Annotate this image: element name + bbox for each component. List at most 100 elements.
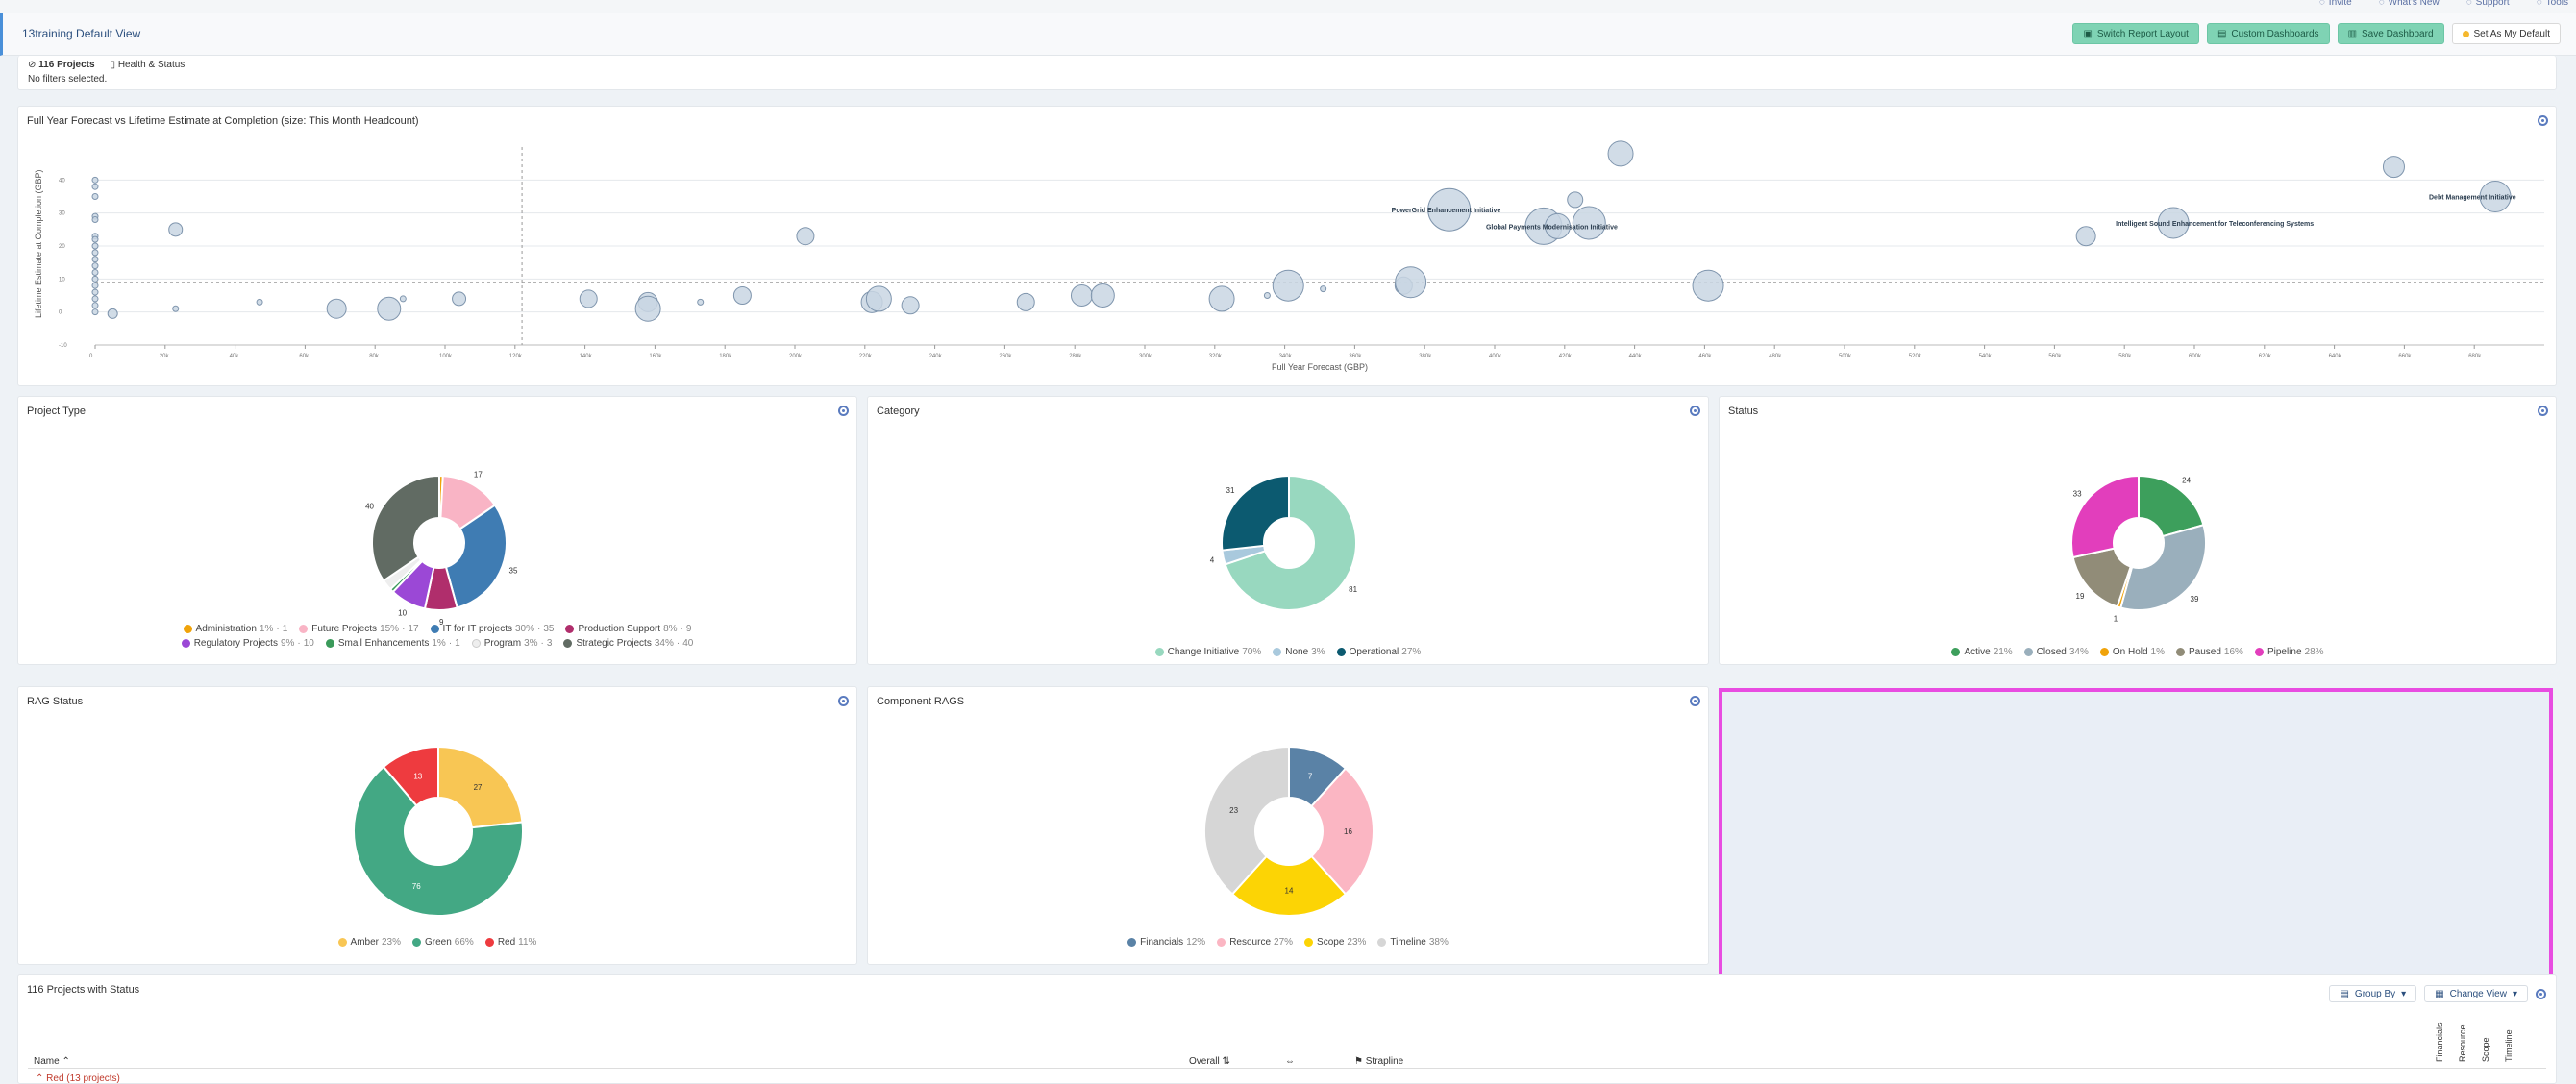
projects-count[interactable]: ⊘ 116 Projects <box>28 60 95 70</box>
point-annotation: PowerGrid Enhancement Initiative <box>1392 208 1501 214</box>
scatter-point[interactable] <box>2075 226 2096 247</box>
legend-item[interactable]: Pipeline 28% <box>2254 647 2324 657</box>
legend-item[interactable]: Operational 27% <box>1336 647 1421 657</box>
scatter-point[interactable] <box>91 235 99 243</box>
col-financials-header[interactable]: Financials <box>2435 1022 2444 1062</box>
scatter-point[interactable] <box>1263 292 1271 299</box>
scatter-point[interactable] <box>91 242 99 250</box>
scatter-point[interactable] <box>1692 269 1724 302</box>
scatter-point[interactable] <box>452 291 467 307</box>
legend-item[interactable]: On Hold 1% <box>2099 647 2165 657</box>
toplink-invite[interactable]: ◌ Invite <box>2319 0 2352 8</box>
group-by-button[interactable]: ▤ Group By ▾ <box>2329 985 2417 1002</box>
legend-item[interactable]: None 3% <box>1273 647 1325 657</box>
legend-item[interactable]: Amber 23% <box>337 937 401 948</box>
scatter-point[interactable] <box>91 256 99 263</box>
scatter-point[interactable] <box>91 282 99 289</box>
x-tick-label: 660k <box>2398 354 2412 359</box>
legend-item[interactable]: Change Initiative 70% <box>1154 647 1261 657</box>
scatter-point[interactable] <box>172 305 180 312</box>
legend-item[interactable]: Strategic Projects 34% · 40 <box>563 638 693 649</box>
legend-item[interactable]: Closed 34% <box>2023 647 2089 657</box>
scatter-point[interactable] <box>697 298 705 306</box>
x-tick-label: 320k <box>1209 354 1223 359</box>
scatter-point[interactable] <box>1395 266 1427 299</box>
scatter-point[interactable] <box>256 298 263 306</box>
scatter-point[interactable] <box>91 216 99 224</box>
scatter-point[interactable] <box>168 222 184 237</box>
scatter-point[interactable] <box>91 308 99 316</box>
legend-item[interactable]: Paused 16% <box>2176 647 2243 657</box>
legend-item[interactable]: Regulatory Projects 9% · 10 <box>181 638 314 649</box>
change-view-button[interactable]: ▦ Change View ▾ <box>2424 985 2528 1002</box>
legend-item[interactable]: Administration 1% · 1 <box>183 624 287 634</box>
legend-item[interactable]: Timeline 38% <box>1377 937 1449 948</box>
scatter-point[interactable] <box>1272 269 1304 302</box>
switch-report-layout-button[interactable]: ▣ Switch Report Layout <box>2072 23 2199 44</box>
col-strapline-header[interactable]: ⚑ Strapline <box>1354 1056 1403 1067</box>
x-tick-label: 340k <box>1279 354 1293 359</box>
toplink-support[interactable]: ◌ Support <box>2466 0 2510 8</box>
legend-item[interactable]: Program 3% · 3 <box>471 638 552 649</box>
legend-item[interactable]: Active 21% <box>1951 647 2013 657</box>
col-timeline-header[interactable]: Timeline <box>2504 1029 2514 1062</box>
scatter-point[interactable] <box>91 288 99 296</box>
legend-item[interactable]: Small Enhancements 1% · 1 <box>325 638 460 649</box>
scatter-point[interactable] <box>91 249 99 257</box>
scatter-point[interactable] <box>1320 285 1327 293</box>
save-dashboard-button[interactable]: ▥ Save Dashboard <box>2337 23 2444 44</box>
legend-item[interactable]: Future Projects 15% · 17 <box>299 624 419 634</box>
donut-data-label: 23 <box>1229 806 1238 815</box>
scatter-point[interactable] <box>91 262 99 270</box>
legend-item[interactable]: Green 66% <box>412 937 474 948</box>
custom-dashboards-button[interactable]: ▤ Custom Dashboards <box>2206 23 2330 44</box>
scatter-point[interactable] <box>91 268 99 276</box>
scatter-point[interactable] <box>377 296 402 321</box>
scatter-point[interactable] <box>865 285 892 312</box>
col-name-header[interactable]: Name ⌃ <box>34 1056 70 1067</box>
scatter-point[interactable] <box>399 295 407 303</box>
legend-name: Amber <box>350 937 379 948</box>
legend-item[interactable]: Resource 27% <box>1217 937 1293 948</box>
legend-item[interactable]: IT for IT projects 30% · 35 <box>430 624 554 634</box>
scatter-point[interactable] <box>796 227 815 246</box>
scatter-point[interactable] <box>91 302 99 309</box>
set-as-my-default-button[interactable]: Set As My Default <box>2451 23 2561 44</box>
scatter-point[interactable] <box>91 295 99 303</box>
col-scope-header[interactable]: Scope <box>2481 1037 2490 1062</box>
scatter-point[interactable] <box>91 183 99 190</box>
scatter-point[interactable] <box>1607 140 1634 167</box>
group-row-red[interactable]: ⌃ Red (13 projects) <box>36 1073 120 1084</box>
col-resource-header[interactable]: Resource <box>2458 1024 2467 1062</box>
scatter-point[interactable] <box>901 296 920 315</box>
scatter-point[interactable] <box>1090 283 1115 308</box>
scatter-point[interactable] <box>1070 284 1093 307</box>
scatter-point[interactable] <box>1208 285 1235 312</box>
donut-data-label: 13 <box>413 772 422 780</box>
donut-slice[interactable] <box>2070 474 2140 559</box>
scatter-point[interactable] <box>579 289 598 308</box>
scatter-point[interactable] <box>91 193 99 200</box>
toplink-what-s-new[interactable]: ◌ What's New <box>2379 0 2440 8</box>
legend-item[interactable]: Production Support 8% · 9 <box>565 624 691 634</box>
legend-item[interactable]: Red 11% <box>484 937 537 948</box>
scatter-point[interactable] <box>326 298 347 319</box>
health-status-view[interactable]: ▯ Health & Status <box>111 60 186 70</box>
scatter-point[interactable] <box>732 286 752 305</box>
legend-item[interactable]: Financials 12% <box>1127 937 1205 948</box>
legend-item[interactable]: Scope 23% <box>1304 937 1366 948</box>
scatter-point[interactable] <box>1572 206 1606 240</box>
scatter-point[interactable] <box>1567 191 1584 209</box>
table-settings-icon[interactable] <box>2536 988 2546 999</box>
filter-icon: ⊘ <box>28 60 39 70</box>
scatter-point[interactable] <box>1016 292 1035 311</box>
scatter-point[interactable] <box>107 308 118 319</box>
empty-widget-slot[interactable] <box>1719 688 2553 980</box>
scatter-point[interactable] <box>634 295 661 322</box>
toplink-tools[interactable]: ◌ Tools <box>2537 0 2568 8</box>
legend-pct: 11% <box>518 937 537 948</box>
scatter-point[interactable] <box>91 275 99 283</box>
col-overall-header[interactable]: Overall ⇅ <box>1189 1056 1230 1067</box>
scatter-point[interactable] <box>2382 156 2405 179</box>
scatter-point[interactable] <box>91 176 99 184</box>
